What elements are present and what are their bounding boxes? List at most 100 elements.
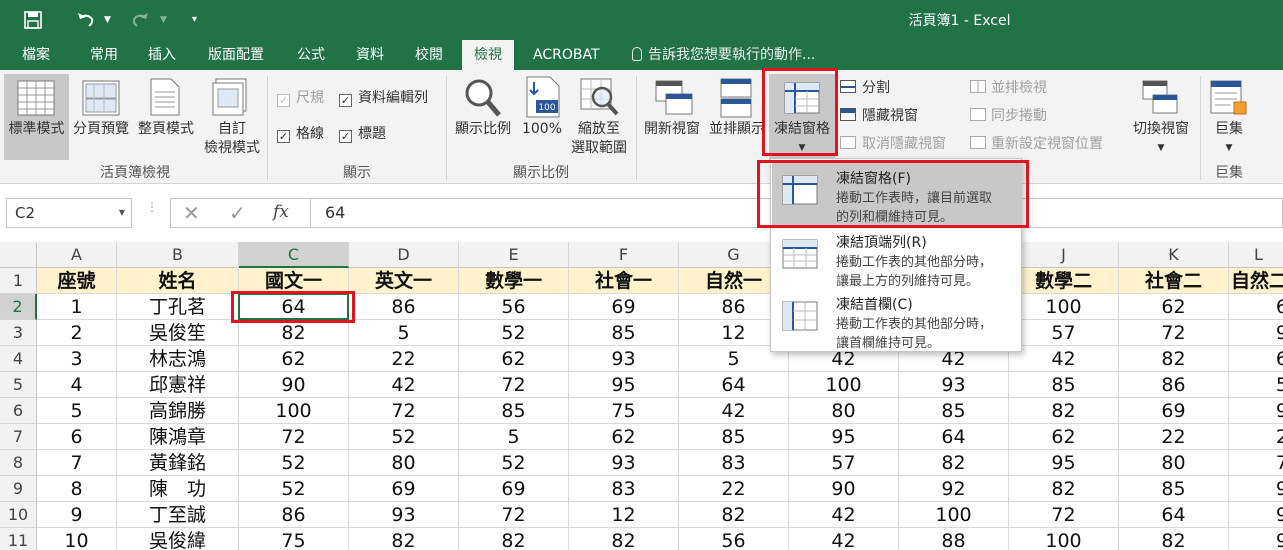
tab-data[interactable]: 資料 <box>356 40 384 70</box>
row-header-11[interactable]: 11 <box>0 528 37 550</box>
row-header-10[interactable]: 10 <box>0 502 37 528</box>
column-header-a[interactable]: A <box>37 242 117 268</box>
grid-cell[interactable]: 62 <box>1009 424 1119 450</box>
grid-cell[interactable]: 90 <box>789 476 899 502</box>
grid-cell[interactable]: 64 <box>899 424 1009 450</box>
tell-me-box[interactable]: 告訴我您想要執行的動作... <box>632 40 815 70</box>
grid-cell[interactable]: 2 <box>37 320 117 346</box>
arrange-all-button[interactable]: 並排顯示 <box>704 120 770 139</box>
synchronous-scrolling-button[interactable]: 同步捲動 <box>970 106 1047 126</box>
grid-cell[interactable]: 7 <box>37 450 117 476</box>
grid-cell[interactable]: 吳俊緯 <box>117 528 239 550</box>
grid-cell[interactable]: 72 <box>459 502 569 528</box>
grid-cell[interactable]: 42 <box>789 528 899 550</box>
unhide-window-button[interactable]: 取消隱藏視窗 <box>840 134 946 154</box>
grid-cell[interactable]: 64 <box>1119 502 1229 528</box>
grid-cell[interactable]: 丁孔茗 <box>117 294 239 320</box>
grid-cell[interactable]: 黃鋒銘 <box>117 450 239 476</box>
switch-windows-button[interactable]: 切換視窗 ▼ <box>1126 120 1196 158</box>
grid-cell[interactable]: 100 <box>1009 528 1119 550</box>
grid-cell[interactable]: 10 <box>37 528 117 550</box>
grid-cell[interactable]: 52 <box>349 424 459 450</box>
grid-cell[interactable]: 22 <box>1119 424 1229 450</box>
gridlines-checkbox[interactable]: ✓ 格線 <box>277 124 324 144</box>
page-break-preview-button[interactable]: 分頁預覽 <box>70 120 132 139</box>
tab-file[interactable]: 檔案 <box>22 40 50 70</box>
grid-cell[interactable]: 100 <box>239 398 349 424</box>
grid-cell[interactable]: 5 <box>1229 372 1283 398</box>
grid-cell[interactable]: 85 <box>1119 476 1229 502</box>
hide-window-button[interactable]: 隱藏視窗 <box>840 106 918 126</box>
column-title-cell[interactable]: 英文一 <box>349 268 459 294</box>
grid-cell[interactable]: 72 <box>1009 502 1119 528</box>
grid-cell[interactable]: 5 <box>349 320 459 346</box>
grid-cell[interactable]: 86 <box>1119 372 1229 398</box>
grid-cell[interactable]: 69 <box>569 294 679 320</box>
grid-cell[interactable]: 72 <box>239 424 349 450</box>
grid-cell[interactable]: 52 <box>459 450 569 476</box>
enter-icon[interactable]: ✓ <box>229 201 246 225</box>
column-header-f[interactable]: F <box>569 242 679 268</box>
grid-cell[interactable]: 9 <box>1229 502 1283 528</box>
column-title-cell[interactable]: 數學二 <box>1009 268 1119 294</box>
grid-cell[interactable]: 86 <box>239 502 349 528</box>
grid-cell[interactable]: 100 <box>789 372 899 398</box>
grid-cell[interactable]: 9 <box>1229 528 1283 550</box>
tab-acrobat[interactable]: ACROBAT <box>533 40 600 70</box>
row-header-2[interactable]: 2 <box>0 294 37 320</box>
grid-cell[interactable]: 90 <box>239 372 349 398</box>
grid-cell[interactable]: 82 <box>349 528 459 550</box>
grid-cell[interactable]: 80 <box>349 450 459 476</box>
grid-cell[interactable]: 80 <box>1119 450 1229 476</box>
column-title-cell[interactable]: 數學一 <box>459 268 569 294</box>
grid-cell[interactable]: 56 <box>679 528 789 550</box>
freeze-first-column-option[interactable]: 凍結首欄(C) 捲動工作表的其他部分時， 讓首欄維持可見。 <box>772 289 1022 351</box>
grid-cell[interactable]: 邱憲祥 <box>117 372 239 398</box>
column-header-e[interactable]: E <box>459 242 569 268</box>
grid-cell[interactable]: 82 <box>899 450 1009 476</box>
grid-cell[interactable]: 92 <box>899 476 1009 502</box>
grid-cell[interactable]: 高錦勝 <box>117 398 239 424</box>
grid-cell[interactable]: 82 <box>459 528 569 550</box>
grid-cell[interactable]: 22 <box>679 476 789 502</box>
grid-cell[interactable]: 82 <box>1009 476 1119 502</box>
grid-cell[interactable]: 95 <box>569 372 679 398</box>
grid-cell[interactable]: 7 <box>1229 450 1283 476</box>
grid-cell[interactable]: 林志鴻 <box>117 346 239 372</box>
grid-cell[interactable]: 85 <box>899 398 1009 424</box>
grid-cell[interactable]: 9 <box>1229 398 1283 424</box>
zoom-button[interactable]: 顯示比例 <box>450 120 516 139</box>
page-layout-button[interactable]: 整頁模式 <box>134 120 198 139</box>
column-title-cell[interactable]: 座號 <box>37 268 117 294</box>
zoom-100-button[interactable]: 100% <box>516 120 568 139</box>
normal-view-button[interactable]: 標準模式 <box>4 120 69 139</box>
grid-cell[interactable]: 82 <box>569 528 679 550</box>
grid-cell[interactable]: 5 <box>37 398 117 424</box>
custom-views-button[interactable]: 自訂 檢視模式 <box>200 120 264 158</box>
grid-cell[interactable]: 62 <box>459 346 569 372</box>
column-title-cell[interactable]: 社會二 <box>1119 268 1229 294</box>
grid-cell[interactable]: 6 <box>1229 346 1283 372</box>
grid-cell[interactable]: 82 <box>239 320 349 346</box>
grid-cell[interactable]: 42 <box>679 398 789 424</box>
grid-cell[interactable]: 85 <box>569 320 679 346</box>
grid-cell[interactable]: 69 <box>1119 398 1229 424</box>
column-header-c[interactable]: C <box>239 242 349 268</box>
column-title-cell[interactable]: 自然二 <box>1229 268 1283 294</box>
grid-cell[interactable]: 42 <box>349 372 459 398</box>
grid-cell[interactable]: 93 <box>349 502 459 528</box>
grid-cell[interactable]: 82 <box>1119 528 1229 550</box>
column-header-k[interactable]: K <box>1119 242 1229 268</box>
grid-cell[interactable]: 85 <box>459 398 569 424</box>
grid-cell[interactable]: 9 <box>1229 320 1283 346</box>
grid-cell[interactable]: 93 <box>569 450 679 476</box>
name-box[interactable]: C2 ▼ <box>6 198 132 228</box>
grid-cell[interactable]: 82 <box>1119 346 1229 372</box>
row-header-7[interactable]: 7 <box>0 424 37 450</box>
grid-cell[interactable]: 56 <box>459 294 569 320</box>
select-all-corner[interactable] <box>0 242 37 268</box>
column-title-cell[interactable]: 社會一 <box>569 268 679 294</box>
grid-cell[interactable]: 丁至誠 <box>117 502 239 528</box>
grid-cell[interactable]: 82 <box>679 502 789 528</box>
grid-cell[interactable]: 6 <box>1229 294 1283 320</box>
